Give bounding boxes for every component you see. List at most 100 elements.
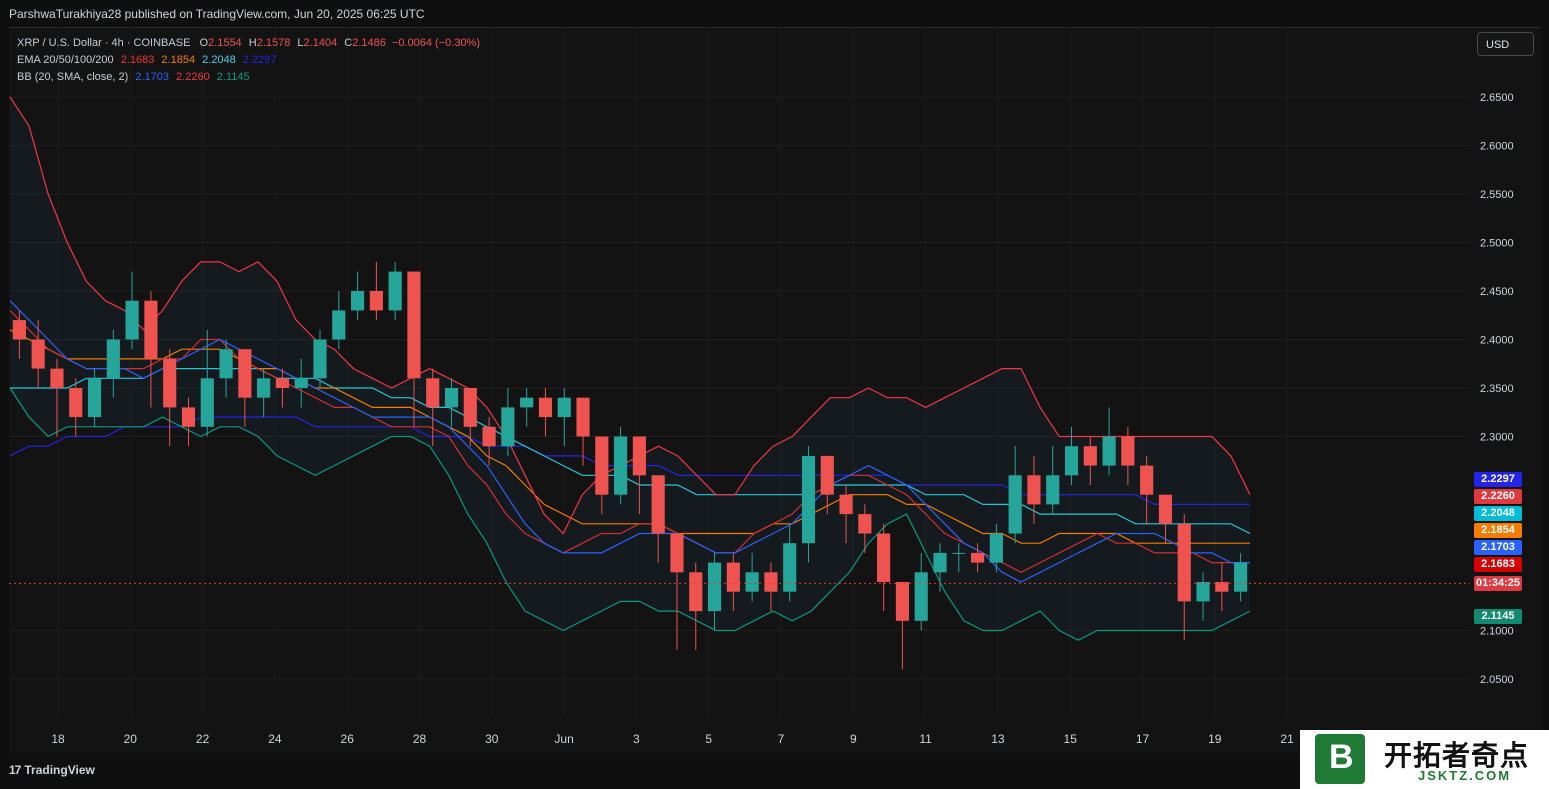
price-chart[interactable]: 2.6500 2.6000 2.5500 2.5000 2.4500 2.4000 2.35… (0, 27, 1549, 753)
x-tick-label: Jun (554, 732, 573, 746)
legend-bb-label: BB (20, SMA, close, 2) (17, 71, 129, 83)
currency-button[interactable]: USD (1477, 32, 1534, 56)
publisher-bar: ParshwaTurakhiya28 published on TradingV… (0, 0, 1549, 27)
chart-legend: XRP / U.S. Dollar · 4h · COINBASE O2.155… (17, 35, 480, 86)
tradingview-brand: TradingView (24, 763, 95, 777)
candle-body (1121, 436, 1135, 466)
watermark-logo-icon: B (1315, 734, 1365, 784)
candle-body (895, 582, 909, 621)
candle-body (914, 572, 928, 621)
candle-body (858, 514, 872, 534)
legend-change: −0.0064 (−0.30%) (391, 37, 481, 49)
candle-body (1008, 475, 1022, 534)
candle-body (557, 397, 571, 418)
y-tick-label: 2.3500 (1480, 383, 1514, 395)
x-tick-label: 11 (919, 732, 932, 746)
candle-body (275, 378, 289, 388)
tradingview-logo[interactable]: 17 TradingView (9, 763, 95, 777)
candle-body (257, 378, 271, 398)
candle-body (989, 533, 1003, 563)
publisher-text: ParshwaTurakhiya28 published on TradingV… (9, 7, 425, 21)
x-tick-label: 13 (991, 732, 1005, 746)
legend-bb-lower: 2.1145 (216, 71, 250, 83)
price-tag: 2.2297 (1474, 472, 1522, 487)
legend-close: 2.1486 (352, 37, 386, 49)
legend-ohlc-row: XRP / U.S. Dollar · 4h · COINBASE O2.155… (17, 35, 480, 52)
candle-body (388, 271, 402, 311)
y-tick-label: 2.5500 (1480, 189, 1514, 201)
price-tag: 2.1703 (1474, 540, 1522, 555)
candle-body (482, 426, 496, 447)
candle-body (538, 397, 553, 418)
y-tick-label: 2.3000 (1480, 432, 1514, 444)
x-tick-label: 19 (1208, 732, 1222, 746)
candle-body (1177, 523, 1191, 602)
candle-body (369, 291, 383, 311)
watermark-subtitle: JSKTZ.COM (1418, 768, 1512, 783)
x-tick-label: 5 (705, 732, 712, 746)
x-tick-label: 28 (413, 732, 427, 746)
candle-body (294, 378, 308, 388)
candle-body (87, 378, 102, 418)
x-tick-label: 9 (850, 732, 857, 746)
legend-low: 2.1404 (303, 37, 338, 49)
candle-body (1140, 465, 1154, 495)
candle-body (783, 543, 797, 592)
legend-ema-label: EMA 20/50/100/200 (17, 54, 114, 66)
candle-body (1234, 562, 1248, 592)
candle-body (764, 572, 778, 592)
price-tag: 2.2260 (1474, 489, 1522, 504)
candle-body (745, 572, 759, 592)
watermark-letter: B (1329, 738, 1354, 776)
y-tick-label: 2.5000 (1480, 238, 1514, 250)
candle-body (1083, 446, 1097, 466)
y-tick-label: 2.4500 (1480, 286, 1514, 298)
x-tick-label: 21 (1280, 732, 1294, 746)
legend-h-label: H (248, 37, 257, 49)
candle-body (501, 407, 515, 447)
x-tick-label: 22 (196, 732, 210, 746)
candle-body (707, 562, 722, 612)
legend-o-label: O (199, 37, 209, 49)
candle-body (50, 368, 64, 388)
legend-ema200: 2.2297 (242, 54, 277, 66)
candle-body (313, 339, 327, 379)
price-tag: 2.2048 (1474, 506, 1522, 521)
candle-body (971, 552, 985, 563)
candle-body (463, 388, 477, 427)
candle-body (670, 533, 684, 573)
candle-body (877, 533, 891, 582)
x-tick-label: 17 (1136, 732, 1150, 746)
candle-body (933, 552, 947, 573)
legend-bb-row: BB (20, SMA, close, 2) 2.1703 2.2260 2.1… (17, 69, 480, 86)
legend-bb-upper: 2.2260 (176, 71, 210, 83)
candle-body (219, 349, 233, 379)
candle-body (632, 436, 646, 476)
y-tick-label: 2.4000 (1480, 335, 1514, 347)
candle-body (689, 572, 703, 612)
candle-body (426, 378, 440, 408)
legend-symbol: XRP / U.S. Dollar · 4h · COINBASE (17, 37, 191, 49)
legend-ema100: 2.2048 (202, 54, 236, 66)
candle-body (200, 378, 214, 427)
y-tick-label: 2.1000 (1480, 626, 1514, 638)
x-tick-label: 20 (124, 732, 138, 746)
x-tick-label: 26 (341, 732, 355, 746)
legend-ema-row: EMA 20/50/100/200 2.1683 2.1854 2.2048 2… (17, 52, 480, 69)
candle-body (726, 562, 740, 592)
candle-body (801, 455, 816, 544)
candle-body (444, 388, 459, 408)
candle-body (69, 388, 83, 418)
legend-high: 2.1578 (256, 37, 291, 49)
candle-body (1046, 475, 1060, 505)
candle-body (163, 358, 177, 408)
y-tick-label: 2.6500 (1480, 92, 1514, 104)
candle-body (595, 436, 609, 495)
y-tick-label: 2.0500 (1480, 674, 1514, 686)
tradingview-mark-icon: 17 (9, 763, 21, 777)
candle-body (820, 455, 834, 495)
price-tag: 2.1683 (1474, 557, 1522, 572)
candle-body (125, 300, 139, 340)
candle-body (238, 349, 252, 398)
candle-body (106, 339, 120, 379)
